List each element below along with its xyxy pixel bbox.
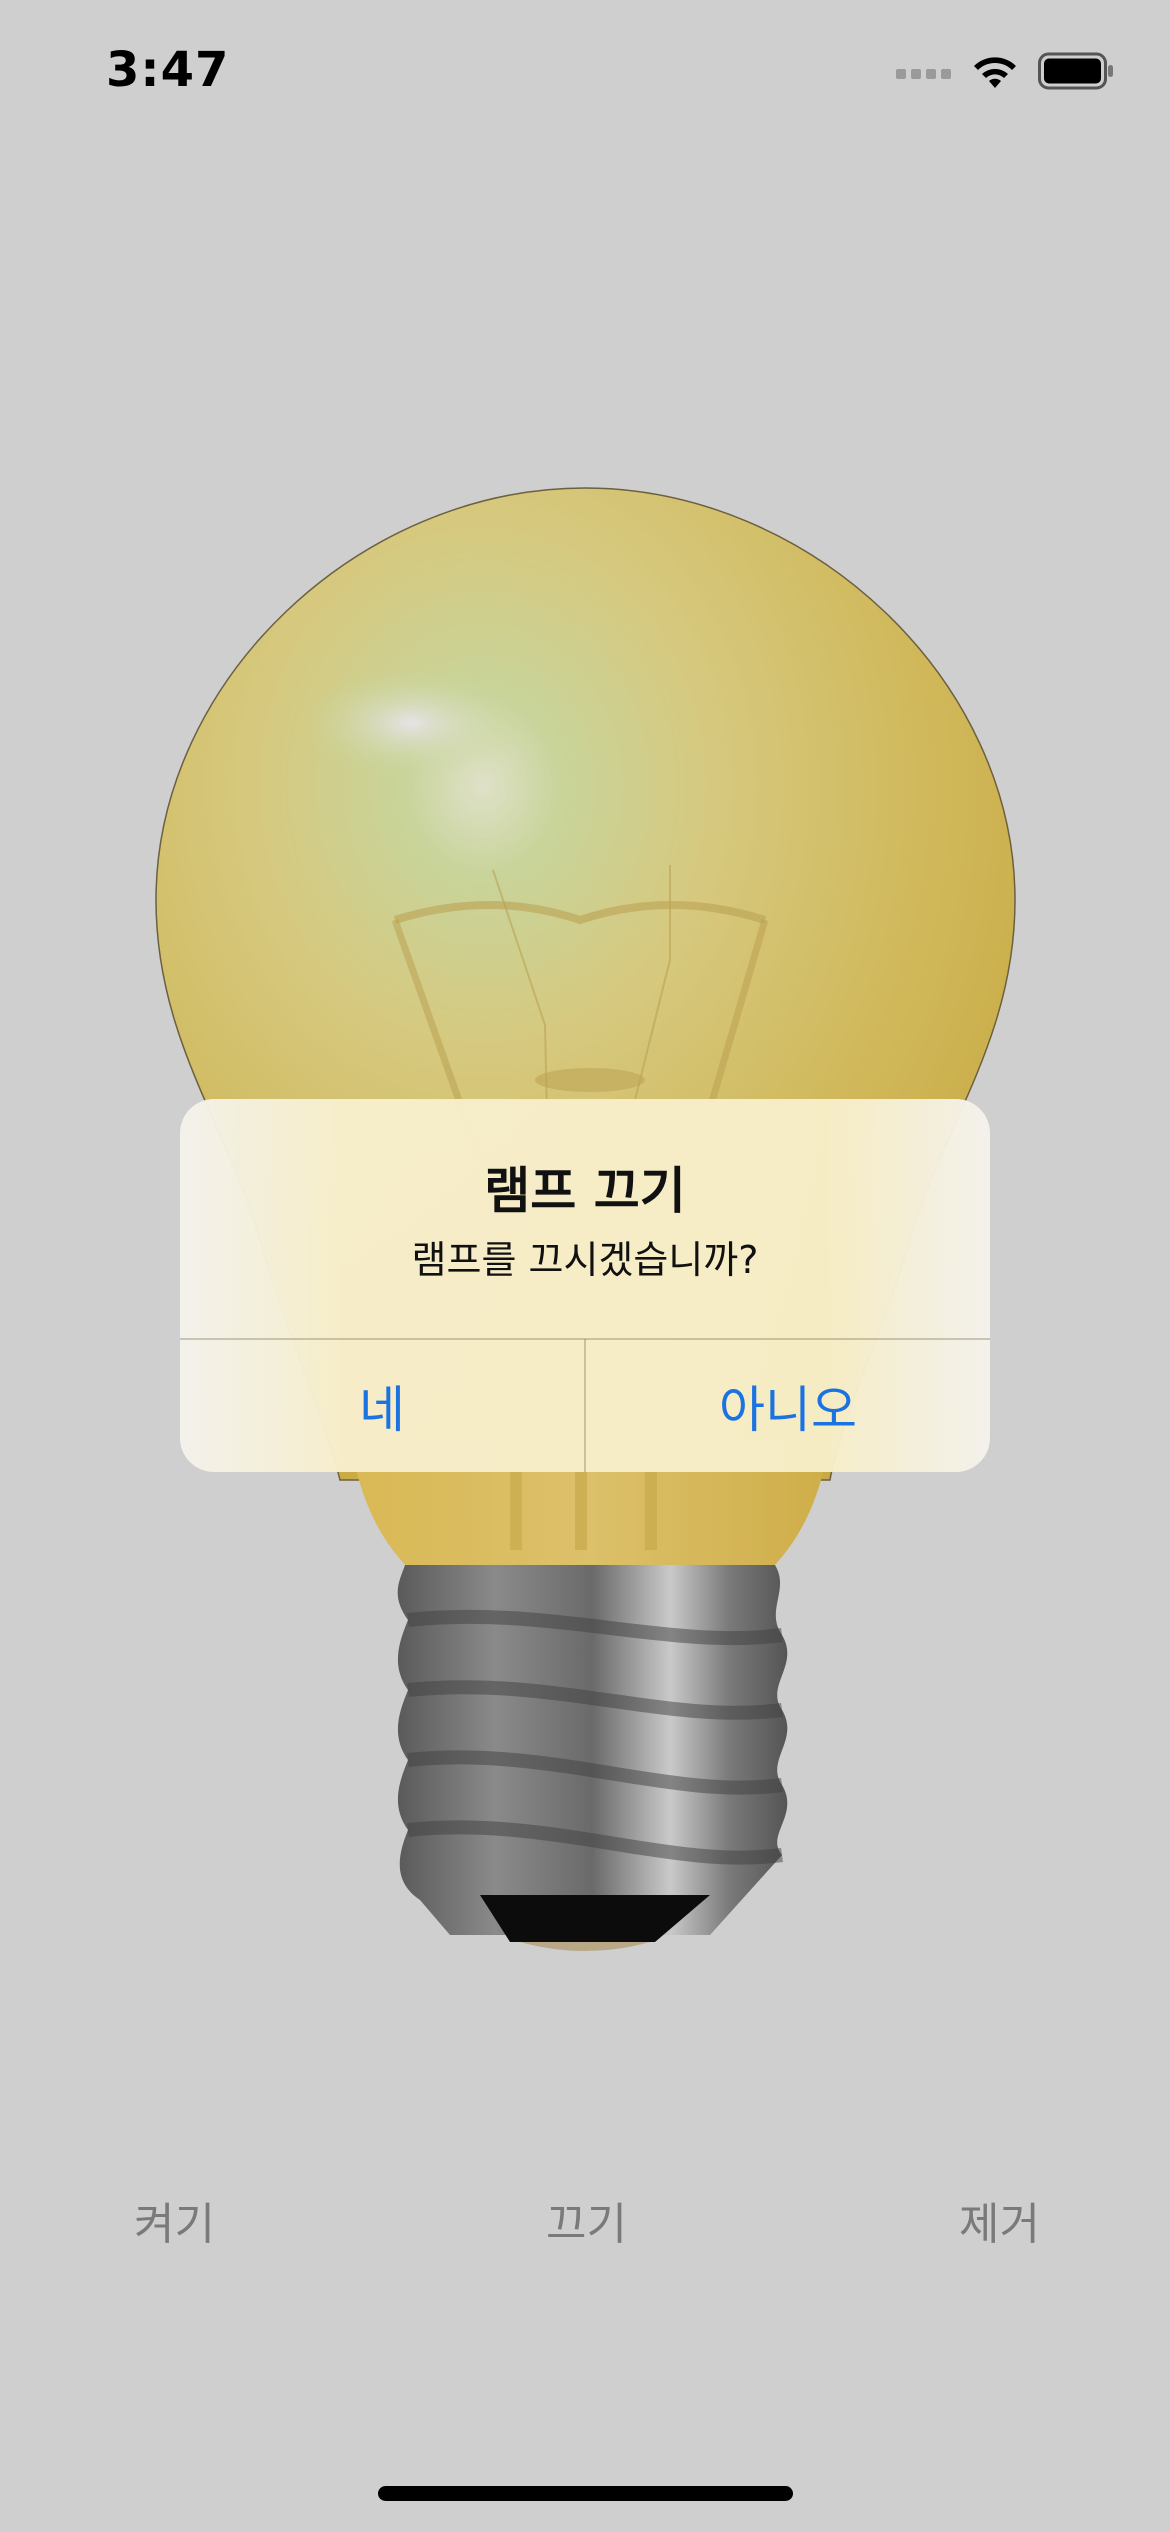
screen: 3:47 램프 끄기 램프를 끄시겠습니까? 네 아니오 켜기 끄기 제거 <box>0 0 1170 2532</box>
remove-button[interactable]: 제거 <box>959 2188 1040 2252</box>
alert-no-button[interactable]: 아니오 <box>586 1340 990 1472</box>
alert-message: 램프를 끄시겠습니까? <box>411 1238 759 1282</box>
home-indicator[interactable] <box>378 2486 793 2501</box>
wifi-icon <box>974 57 1016 88</box>
status-icons <box>896 52 1114 90</box>
alert-yes-button[interactable]: 네 <box>180 1340 584 1472</box>
alert-title: 램프 끄기 <box>484 1162 686 1220</box>
turn-off-button[interactable]: 끄기 <box>546 2188 627 2252</box>
alert-dialog: 램프 끄기 램프를 끄시겠습니까? 네 아니오 <box>180 1099 990 1472</box>
cellular-signal-icon <box>896 69 951 79</box>
battery-icon <box>1038 52 1113 90</box>
turn-on-button[interactable]: 켜기 <box>134 2188 215 2252</box>
status-time: 3:47 <box>106 42 230 98</box>
